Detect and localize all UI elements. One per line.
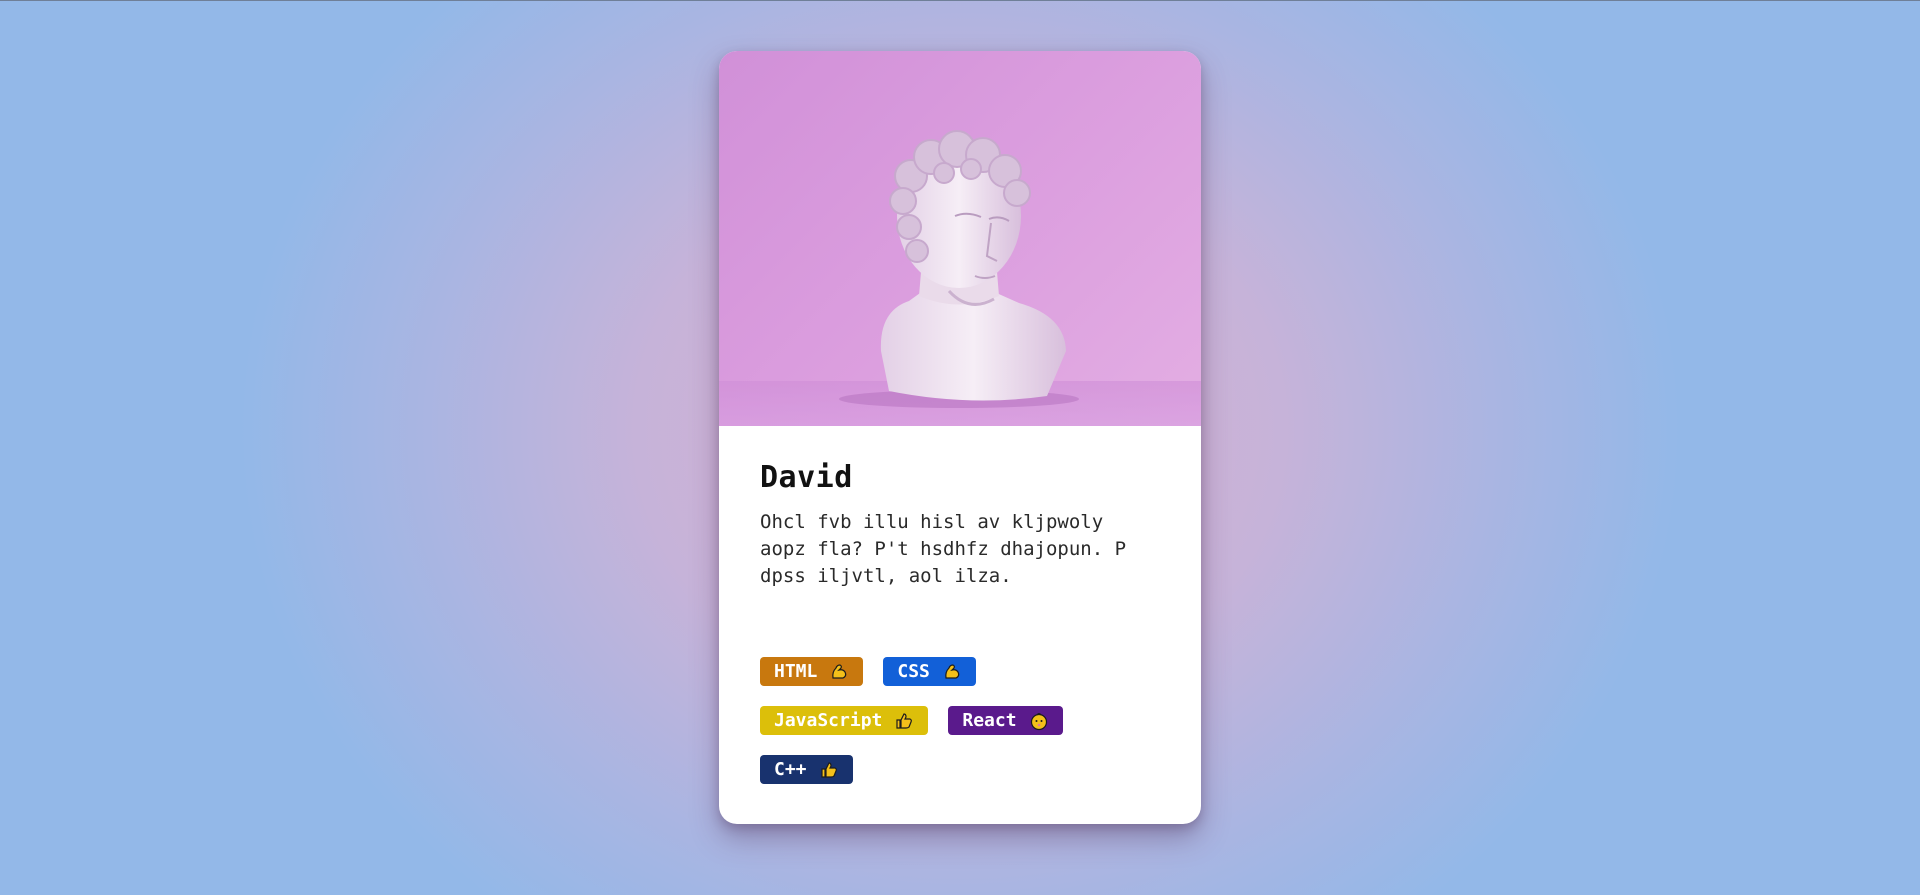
thumbs-up-icon bbox=[820, 761, 837, 778]
skill-tag-css: CSS bbox=[883, 657, 976, 686]
skill-tag-cpp: C++ bbox=[760, 755, 853, 784]
skill-label: JavaScript bbox=[774, 710, 883, 731]
skill-list: HTML CSS JavaScript React C++ bbox=[760, 657, 1180, 804]
flexed-bicep-icon bbox=[832, 663, 847, 679]
skill-tag-html: HTML bbox=[760, 657, 864, 686]
david-bust-illustration bbox=[719, 130, 1201, 426]
skill-label: HTML bbox=[774, 661, 818, 682]
flexed-bicep-icon bbox=[945, 663, 960, 679]
profile-name: David bbox=[760, 460, 853, 495]
skill-label: React bbox=[962, 710, 1017, 731]
profile-bio: Ohcl fvb illu hisl av kljpwoly aopz fla?… bbox=[760, 511, 1127, 587]
profile-card: David Ohcl fvb illu hisl av kljpwoly aop… bbox=[719, 51, 1201, 824]
thumbs-up-icon bbox=[896, 712, 913, 729]
baby-face-icon bbox=[1030, 712, 1047, 730]
profile-image bbox=[719, 51, 1201, 426]
profile-content: David Ohcl fvb illu hisl av kljpwoly aop… bbox=[719, 426, 1201, 590]
skill-label: C++ bbox=[774, 759, 807, 780]
skill-row: HTML CSS bbox=[760, 657, 1180, 686]
skill-row: C++ bbox=[760, 755, 1180, 784]
skill-tag-react: React bbox=[948, 706, 1063, 735]
skill-tag-javascript: JavaScript bbox=[760, 706, 929, 735]
skill-label: CSS bbox=[897, 661, 930, 682]
skill-row: JavaScript React bbox=[760, 706, 1180, 735]
